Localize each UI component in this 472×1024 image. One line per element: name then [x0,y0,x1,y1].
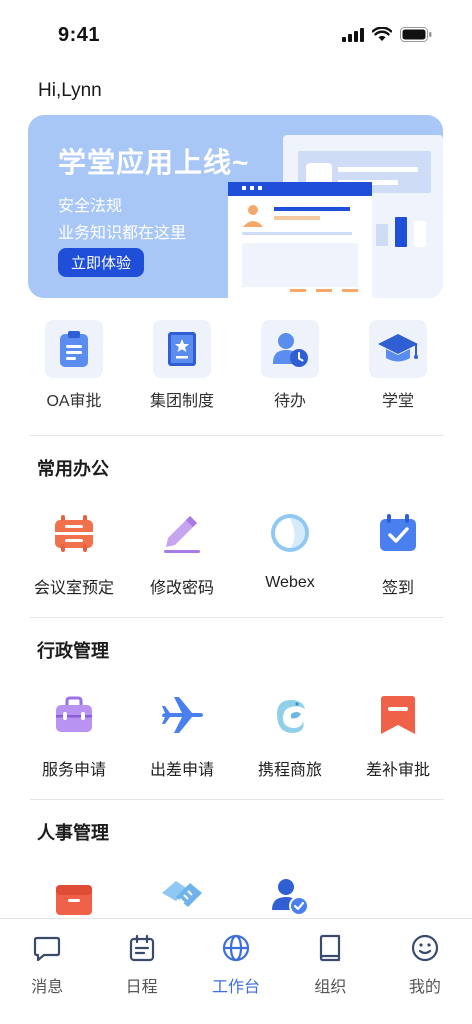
globe-icon [222,934,250,967]
banner-subtitle-line2: 业务知识都在这里 [58,225,187,242]
smile-icon [411,934,439,967]
meeting-room-icon [49,508,99,558]
chat-icon [33,934,61,967]
tab-label: 消息 [31,979,64,996]
hr-management-grid [20,872,452,922]
quick-item-todo[interactable]: 待办 [236,320,344,411]
grid-item-travel-request[interactable]: 出差申请 [128,690,236,780]
clipboard-icon [45,320,103,378]
briefcase-icon [49,690,99,740]
tab-label: 组织 [314,979,347,996]
grid-item-change-password[interactable]: 修改密码 [128,508,236,598]
quick-item-academy[interactable]: 学堂 [344,320,452,411]
grid-item-webex[interactable]: Webex [236,508,344,598]
banner-title: 学堂应用上线~ [58,147,250,178]
book-icon [316,934,344,967]
tab-me[interactable]: 我的 [378,919,472,1024]
greeting: Hi,Lynn [38,80,102,101]
try-now-button[interactable]: 立即体验 [58,248,144,277]
banner-subtitle-line1: 安全法规 [58,198,123,215]
grid-label: 携程商旅 [257,762,322,779]
rulebook-icon [153,320,211,378]
tab-organization[interactable]: 组织 [283,919,377,1024]
calendar-icon [128,934,156,967]
section-title-common-office: 常用办公 [37,459,109,479]
tab-label: 我的 [408,979,441,996]
cellular-signal-icon [342,27,364,47]
grid-label: 会议室预定 [33,580,114,597]
grid-label: 出差申请 [149,762,214,779]
divider [30,799,444,800]
quick-label: 集团制度 [149,393,214,410]
quick-label: OA审批 [46,393,102,410]
calendar-check-icon [373,508,423,558]
archive-box-icon [49,872,99,922]
tab-schedule[interactable]: 日程 [94,919,188,1024]
status-icons [342,26,432,47]
status-time: 9:41 [58,24,101,46]
status-bar: 9:41 [0,0,472,70]
handshake-icon [157,872,207,922]
grid-item-check-in[interactable]: 签到 [344,508,452,598]
section-title-admin-management: 行政管理 [37,641,109,661]
quick-label: 待办 [273,393,306,410]
grid-label: 差补审批 [365,762,430,779]
divider [30,617,444,618]
grid-label: 签到 [381,580,414,597]
grid-label: 修改密码 [149,580,214,597]
grid-label: Webex [265,574,315,591]
grid-item-ctrip[interactable]: 携程商旅 [236,690,344,780]
common-office-grid: 会议室预定 修改密码 Webex 签到 [20,508,452,598]
ribbon-bookmark-icon [373,690,423,740]
tab-label: 日程 [125,979,158,996]
wifi-icon [371,26,393,47]
quick-access-row: OA审批 集团制度 待办 学堂 [20,320,452,411]
tab-messages[interactable]: 消息 [0,919,94,1024]
grid-item-placeholder [344,872,452,922]
airplane-icon [157,690,207,740]
divider [30,435,444,436]
promo-banner[interactable]: 学堂应用上线~ 安全法规 业务知识都在这里 立即体验 [28,115,443,298]
grid-label: 服务申请 [41,762,106,779]
bottom-tab-bar: 消息 日程 工作台 组织 我的 [0,918,472,1024]
grid-item-meeting-room[interactable]: 会议室预定 [20,508,128,598]
quick-item-oa-approval[interactable]: OA审批 [20,320,128,411]
admin-management-grid: 服务申请 出差申请 携程商旅 差补审批 [20,690,452,780]
webex-icon [265,508,315,558]
grid-item-hr-handshake[interactable] [128,872,236,922]
ctrip-dolphin-icon [265,690,315,740]
graduation-cap-icon [369,320,427,378]
section-title-hr-management: 人事管理 [37,823,109,843]
user-clock-icon [261,320,319,378]
quick-label: 学堂 [381,393,414,410]
grid-item-allowance-approval[interactable]: 差补审批 [344,690,452,780]
grid-item-hr-user-verify[interactable] [236,872,344,922]
pencil-icon [157,508,207,558]
quick-item-group-rules[interactable]: 集团制度 [128,320,236,411]
user-verified-icon [265,872,315,922]
grid-item-service-request[interactable]: 服务申请 [20,690,128,780]
tab-label: 工作台 [212,979,261,996]
battery-icon [400,27,432,47]
tab-workbench[interactable]: 工作台 [189,919,283,1024]
grid-item-hr-archive[interactable] [20,872,128,922]
banner-illustration [228,135,443,298]
